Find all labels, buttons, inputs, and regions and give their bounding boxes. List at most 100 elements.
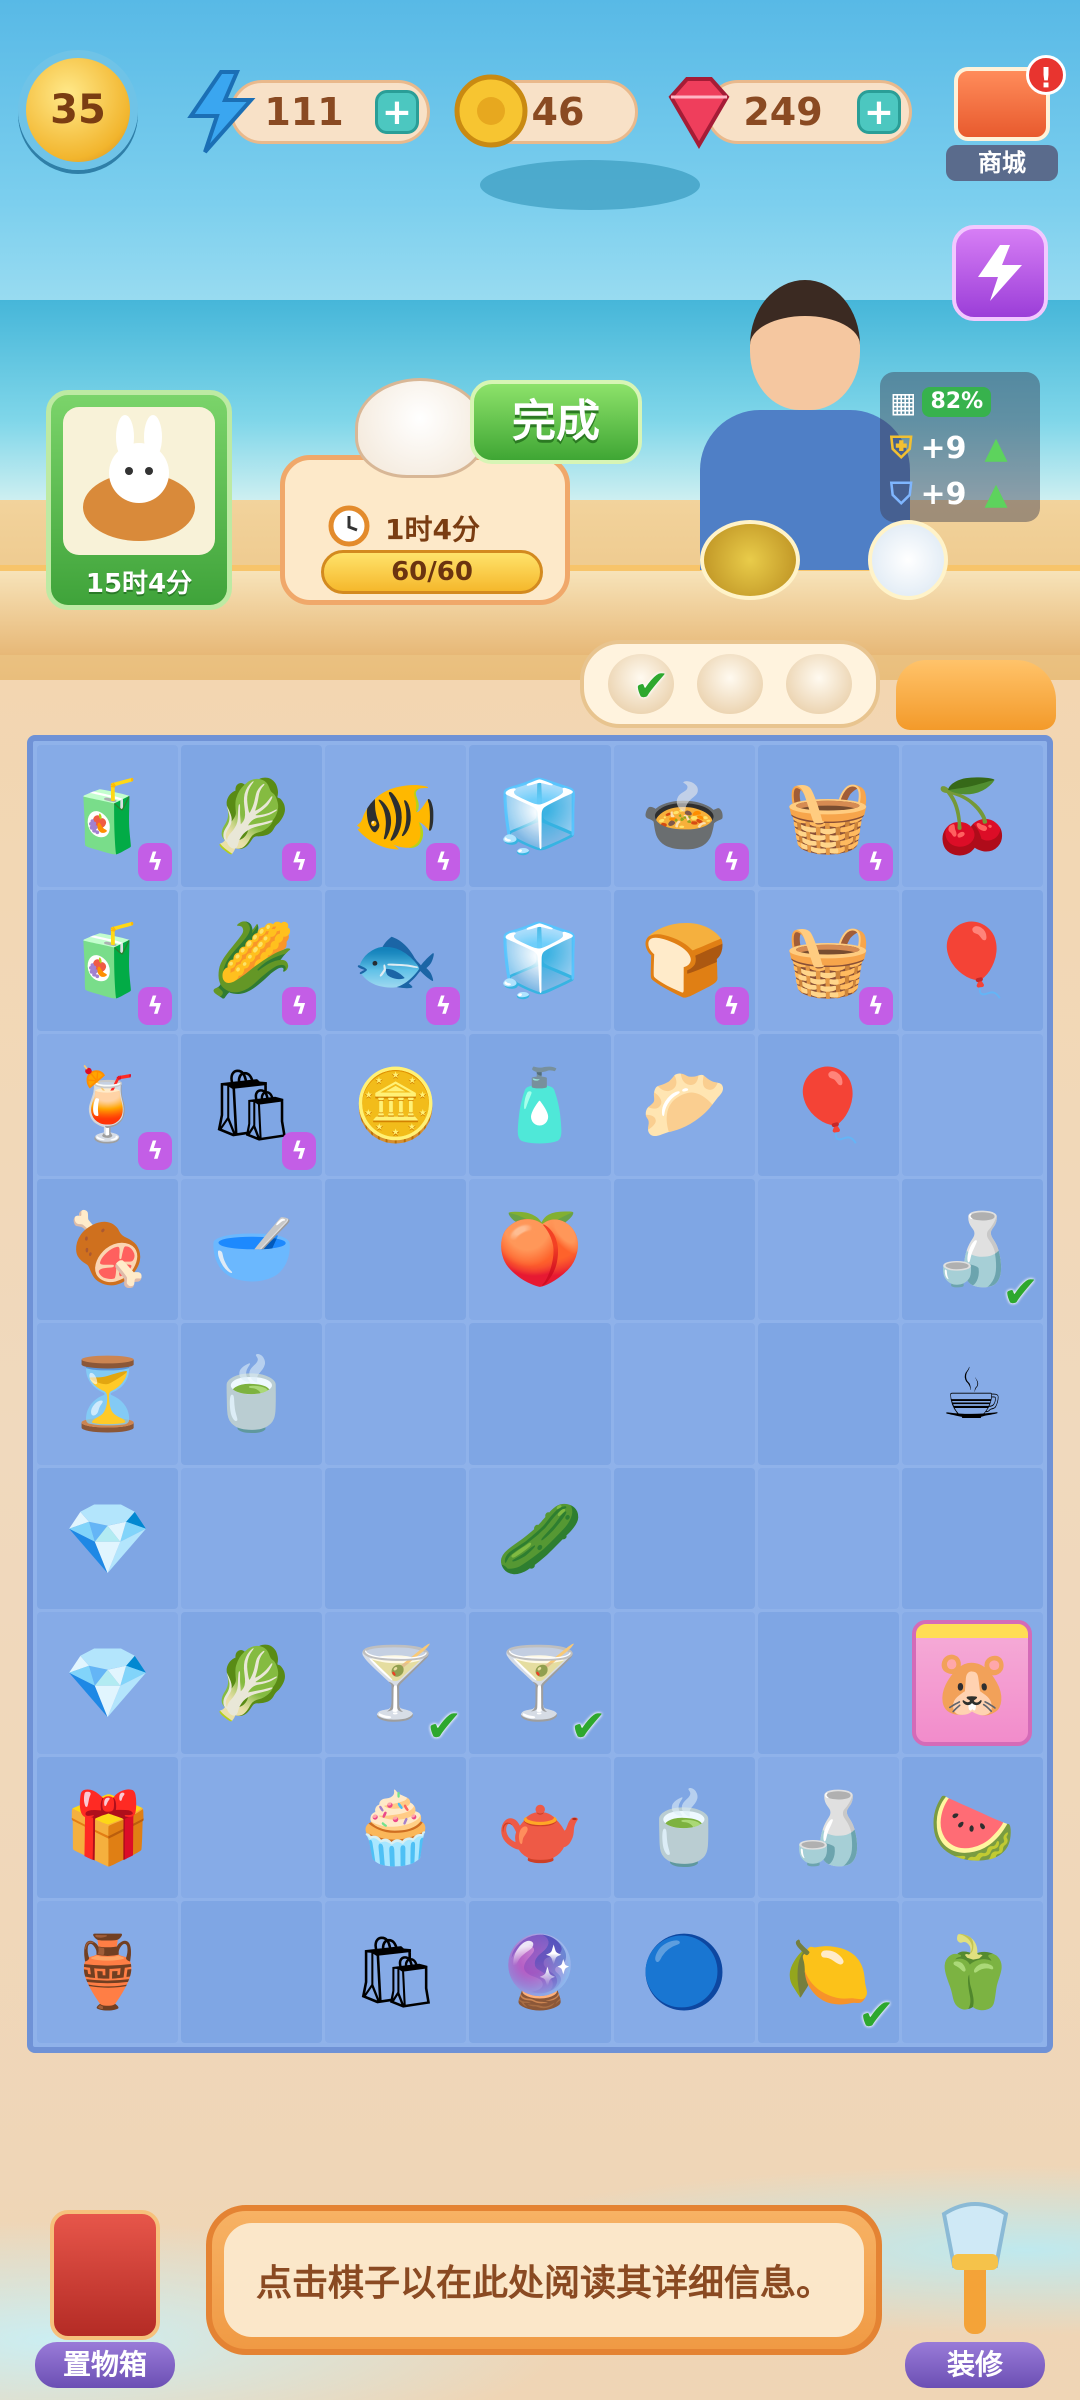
fridge-icon[interactable]: 🧊 (486, 906, 594, 1014)
board-cell[interactable]: 🧃 ϟ (37, 745, 179, 887)
board-cell[interactable]: 🫖 (469, 1756, 611, 1899)
board-cell[interactable]: 🍹 ϟ (37, 1034, 179, 1176)
board-cell[interactable]: 🍉 (901, 1756, 1043, 1899)
board-cell[interactable]: 🐹 (901, 1612, 1043, 1754)
board-cell[interactable]: 🐟 ϟ (325, 889, 467, 1032)
board-cell[interactable]: 🪙 (325, 1034, 467, 1176)
board-cell[interactable]: 🍞 ϟ (613, 889, 755, 1032)
board-cell[interactable]: 🍵 (181, 1323, 323, 1465)
board-cell[interactable]: 🥣 (181, 1178, 323, 1321)
cherry-tree-icon[interactable]: 🍒 (918, 762, 1026, 870)
okra-icon[interactable]: 🫑 (918, 1918, 1026, 2026)
board-cell[interactable]: 🍲 ϟ (613, 745, 755, 887)
balloon-icon[interactable]: 🎈 (774, 1051, 882, 1159)
gem-icon[interactable]: 💎 (54, 1629, 162, 1737)
board-cell[interactable]: 🎈 (901, 889, 1043, 1032)
board-cell[interactable]: ☕ (901, 1323, 1043, 1465)
board-cell[interactable]: 💎 (37, 1612, 179, 1754)
complete-order-button[interactable]: 完成 (470, 380, 642, 464)
board-cell[interactable] (613, 1467, 755, 1610)
treasure-bowl-icon[interactable]: 🏺 (54, 1918, 162, 2026)
board-cell[interactable]: 🍶 (757, 1756, 899, 1899)
board-cell[interactable]: 🔵 (613, 1901, 755, 2043)
board-cell[interactable] (325, 1178, 467, 1321)
watermelon-icon[interactable]: 🍉 (918, 1774, 1026, 1882)
board-cell[interactable]: 🧺 ϟ (757, 745, 899, 887)
board-cell[interactable] (901, 1034, 1043, 1176)
board-cell[interactable]: 🏺 (37, 1901, 179, 2043)
soup-bowl-icon[interactable]: 🥣 (198, 1195, 306, 1303)
coins-icon[interactable]: 🪙 (342, 1051, 450, 1159)
board-cell[interactable]: 🍒 (901, 745, 1043, 887)
board-cell[interactable]: 🛍 ϟ (181, 1034, 323, 1176)
board-cell[interactable] (757, 1467, 899, 1610)
cabbage-icon[interactable]: 🥬 (198, 1629, 306, 1737)
board-cell[interactable]: 🔮 (469, 1901, 611, 2043)
cucumber-icon[interactable]: 🥒 (486, 1485, 594, 1593)
board-cell[interactable]: 🥒 (469, 1467, 611, 1610)
order-card-basket[interactable]: 15时4分 (46, 390, 232, 610)
board-cell[interactable] (181, 1467, 323, 1610)
board-cell[interactable]: 🎈 (757, 1034, 899, 1176)
board-cell[interactable]: 🧃 ϟ (37, 889, 179, 1032)
board-cell[interactable]: 🍶 ✔ (901, 1178, 1043, 1321)
board-cell[interactable] (469, 1323, 611, 1465)
board-cell[interactable]: 🥬 (181, 1612, 323, 1754)
board-cell[interactable]: 🍸 ✔ (325, 1612, 467, 1754)
board-cell[interactable]: 🎁 (37, 1756, 179, 1899)
storage-box-button[interactable]: 置物箱 (30, 2200, 180, 2390)
add-energy-button[interactable]: + (375, 90, 419, 134)
board-cell[interactable] (325, 1323, 467, 1465)
tea-cup-icon[interactable]: ☕ (918, 1340, 1026, 1448)
lotion-bottle-icon[interactable]: 🧴 (486, 1051, 594, 1159)
peach-icon[interactable]: 🍑 (486, 1195, 594, 1303)
board-cell[interactable]: 🍸 ✔ (469, 1612, 611, 1754)
board-cell[interactable]: 💎 (37, 1467, 179, 1610)
board-cell[interactable] (325, 1467, 467, 1610)
steamed-bun-icon[interactable]: 🥟 (630, 1051, 738, 1159)
player-level-badge[interactable]: 35 (18, 50, 138, 170)
teapot-icon[interactable]: 🫖 (486, 1774, 594, 1882)
board-cell[interactable]: 🍋 ✔ (757, 1901, 899, 2043)
cream-bun-icon[interactable]: 🧁 (342, 1774, 450, 1882)
energy-bubble-blue-icon[interactable]: 🔵 (630, 1918, 738, 2026)
board-cell[interactable] (181, 1901, 323, 2043)
gem-pile-icon[interactable]: 💎 (54, 1485, 162, 1593)
hamster-card-icon[interactable]: 🐹 (912, 1620, 1033, 1747)
board-cell[interactable]: 🧊 (469, 889, 611, 1032)
decorate-button[interactable]: 装修 (900, 2200, 1050, 2390)
hourglass-icon[interactable]: ⏳ (54, 1340, 162, 1448)
roast-dish-icon[interactable]: 🍖 (54, 1195, 162, 1303)
board-cell[interactable]: 🐠 ϟ (325, 745, 467, 887)
board-cell[interactable]: 🍵 (613, 1756, 755, 1899)
board-cell[interactable]: ⏳ (37, 1323, 179, 1465)
fridge-icon[interactable]: 🧊 (486, 762, 594, 870)
energy-boost-button[interactable] (952, 225, 1048, 321)
board-cell[interactable] (757, 1323, 899, 1465)
board-cell[interactable]: 🥟 (613, 1034, 755, 1176)
tea-set-icon[interactable]: 🍶 (774, 1774, 882, 1882)
board-cell[interactable] (757, 1612, 899, 1754)
board-cell[interactable]: 🌽 ϟ (181, 889, 323, 1032)
board-cell[interactable]: 🍑 (469, 1178, 611, 1321)
board-cell[interactable]: 🥬 ϟ (181, 745, 323, 887)
board-cell[interactable]: 🧁 (325, 1756, 467, 1899)
board-cell[interactable]: 🫑 (901, 1901, 1043, 2043)
broth-bowl-icon[interactable]: 🍵 (198, 1340, 306, 1448)
treasure-chest-icon[interactable]: 🎁 (54, 1774, 162, 1882)
paper-bag-icon[interactable]: 🛍 (342, 1918, 450, 2026)
board-cell[interactable] (901, 1467, 1043, 1610)
shop-button[interactable]: 商城 ! (944, 55, 1066, 185)
board-cell[interactable] (613, 1323, 755, 1465)
board-cell[interactable]: 🧴 (469, 1034, 611, 1176)
board-cell[interactable] (613, 1612, 755, 1754)
board-cell[interactable]: 🛍 (325, 1901, 467, 2043)
balloons-icon[interactable]: 🎈 (918, 906, 1026, 1014)
energy-bubble-purple-icon[interactable]: 🔮 (486, 1918, 594, 2026)
tea-cup-icon[interactable]: 🍵 (630, 1774, 738, 1882)
board-cell[interactable]: 🍖 (37, 1178, 179, 1321)
board-cell[interactable] (757, 1178, 899, 1321)
board-cell[interactable]: 🧊 (469, 745, 611, 887)
board-cell[interactable]: 🧺 ϟ (757, 889, 899, 1032)
add-gems-button[interactable]: + (857, 90, 901, 134)
